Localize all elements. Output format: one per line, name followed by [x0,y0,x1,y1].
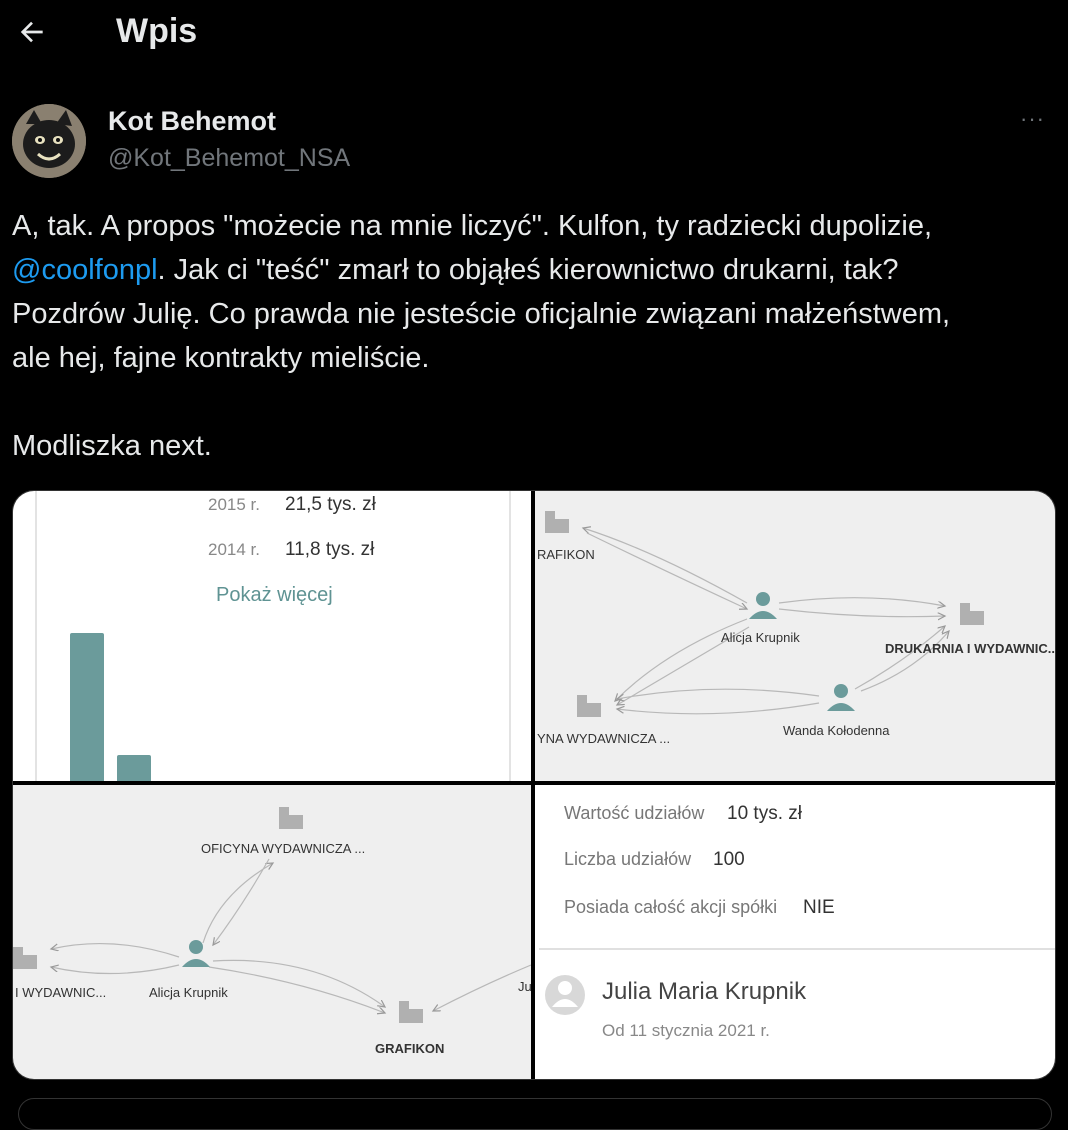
black-cat-avatar-icon [12,104,86,178]
field-value: NIE [803,897,835,918]
post-line: Pozdrów Julię. Co prawda nie jesteście o… [12,298,951,330]
relationship-graph: RAFIKON Alicja Krupnik DRUKARNIA I WYDAW… [537,511,1055,746]
node-label: Wanda Kołodenna [783,723,890,738]
field-label: Posiada całość akcji spółki [564,897,777,917]
post-line: A, tak. A propos "możecie na mnie liczyć… [12,210,933,242]
person-since: Od 11 stycznia 2021 r. [602,1021,770,1040]
avatar[interactable] [12,104,86,178]
more-options-icon[interactable]: ··· [1020,106,1045,132]
author-name[interactable]: Kot Behemot [108,106,276,137]
person-icon [749,592,777,619]
building-icon [399,1001,423,1023]
media-image-4[interactable]: Wartość udziałów 10 tys. zł Liczba udzia… [535,785,1055,1079]
top-bar: Wpis [0,0,1068,70]
node-label: Alicja Krupnik [149,985,228,1000]
building-icon [577,695,601,717]
field-label: Wartość udziałów [564,803,705,823]
node-label: Ju [518,979,531,994]
show-more-link[interactable]: Pokaż więcej [216,584,333,606]
media-grid: 2015 r. 21,5 tys. zł 2014 r. 11,8 tys. z… [12,490,1056,1080]
building-icon [279,807,303,829]
building-icon [960,603,984,625]
person-icon [827,684,855,711]
mention-link[interactable]: @coolfonpl [12,254,158,286]
post-text: A, tak. A propos "możecie na mnie liczyć… [12,204,1062,468]
bar [70,633,104,781]
node-label: RAFIKON [537,547,595,562]
relationship-graph: OFICYNA WYDAWNICZA ... I WYDAWNIC... Ali… [13,807,531,1056]
year-label: 2014 r. [208,540,260,559]
author-handle[interactable]: @Kot_Behemot_NSA [108,144,350,173]
value-label: 21,5 tys. zł [285,494,377,515]
media-image-2[interactable]: RAFIKON Alicja Krupnik DRUKARNIA I WYDAW… [535,491,1055,781]
person-icon [182,940,210,967]
shares-details: Wartość udziałów 10 tys. zł Liczba udzia… [539,803,1055,1040]
node-label: I WYDAWNIC... [15,985,106,1000]
post-line: Modliszka next. [12,430,212,462]
media-image-3[interactable]: OFICYNA WYDAWNICZA ... I WYDAWNIC... Ali… [13,785,531,1079]
post-line-rest: . Jak ci "teść" zmarł to objąłeś kierown… [157,254,899,286]
node-label: DRUKARNIA I WYDAWNIC... [885,641,1055,656]
field-label: Liczba udziałów [564,849,692,869]
node-label: GRAFIKON [375,1041,444,1056]
person-name: Julia Maria Krupnik [602,978,807,1005]
field-value: 10 tys. zł [727,803,803,824]
page-title: Wpis [116,12,198,50]
building-icon [545,511,569,533]
year-label: 2015 r. [208,495,260,514]
reply-box-edge [18,1098,1052,1130]
node-label: YNA WYDAWNICZA ... [537,731,670,746]
back-arrow-icon[interactable] [16,16,48,48]
post-line: ale hej, fajne kontrakty mieliście. [12,342,430,374]
income-chart: 2015 r. 21,5 tys. zł 2014 r. 11,8 tys. z… [35,491,511,781]
bar [117,755,151,781]
node-label: OFICYNA WYDAWNICZA ... [201,841,365,856]
field-value: 100 [713,849,745,870]
node-label: Alicja Krupnik [721,630,800,645]
building-icon [13,947,37,969]
value-label: 11,8 tys. zł [285,539,375,560]
media-image-1[interactable]: 2015 r. 21,5 tys. zł 2014 r. 11,8 tys. z… [13,491,531,781]
post-line: @coolfonpl. Jak ci "teść" zmarł to objął… [12,248,1062,292]
